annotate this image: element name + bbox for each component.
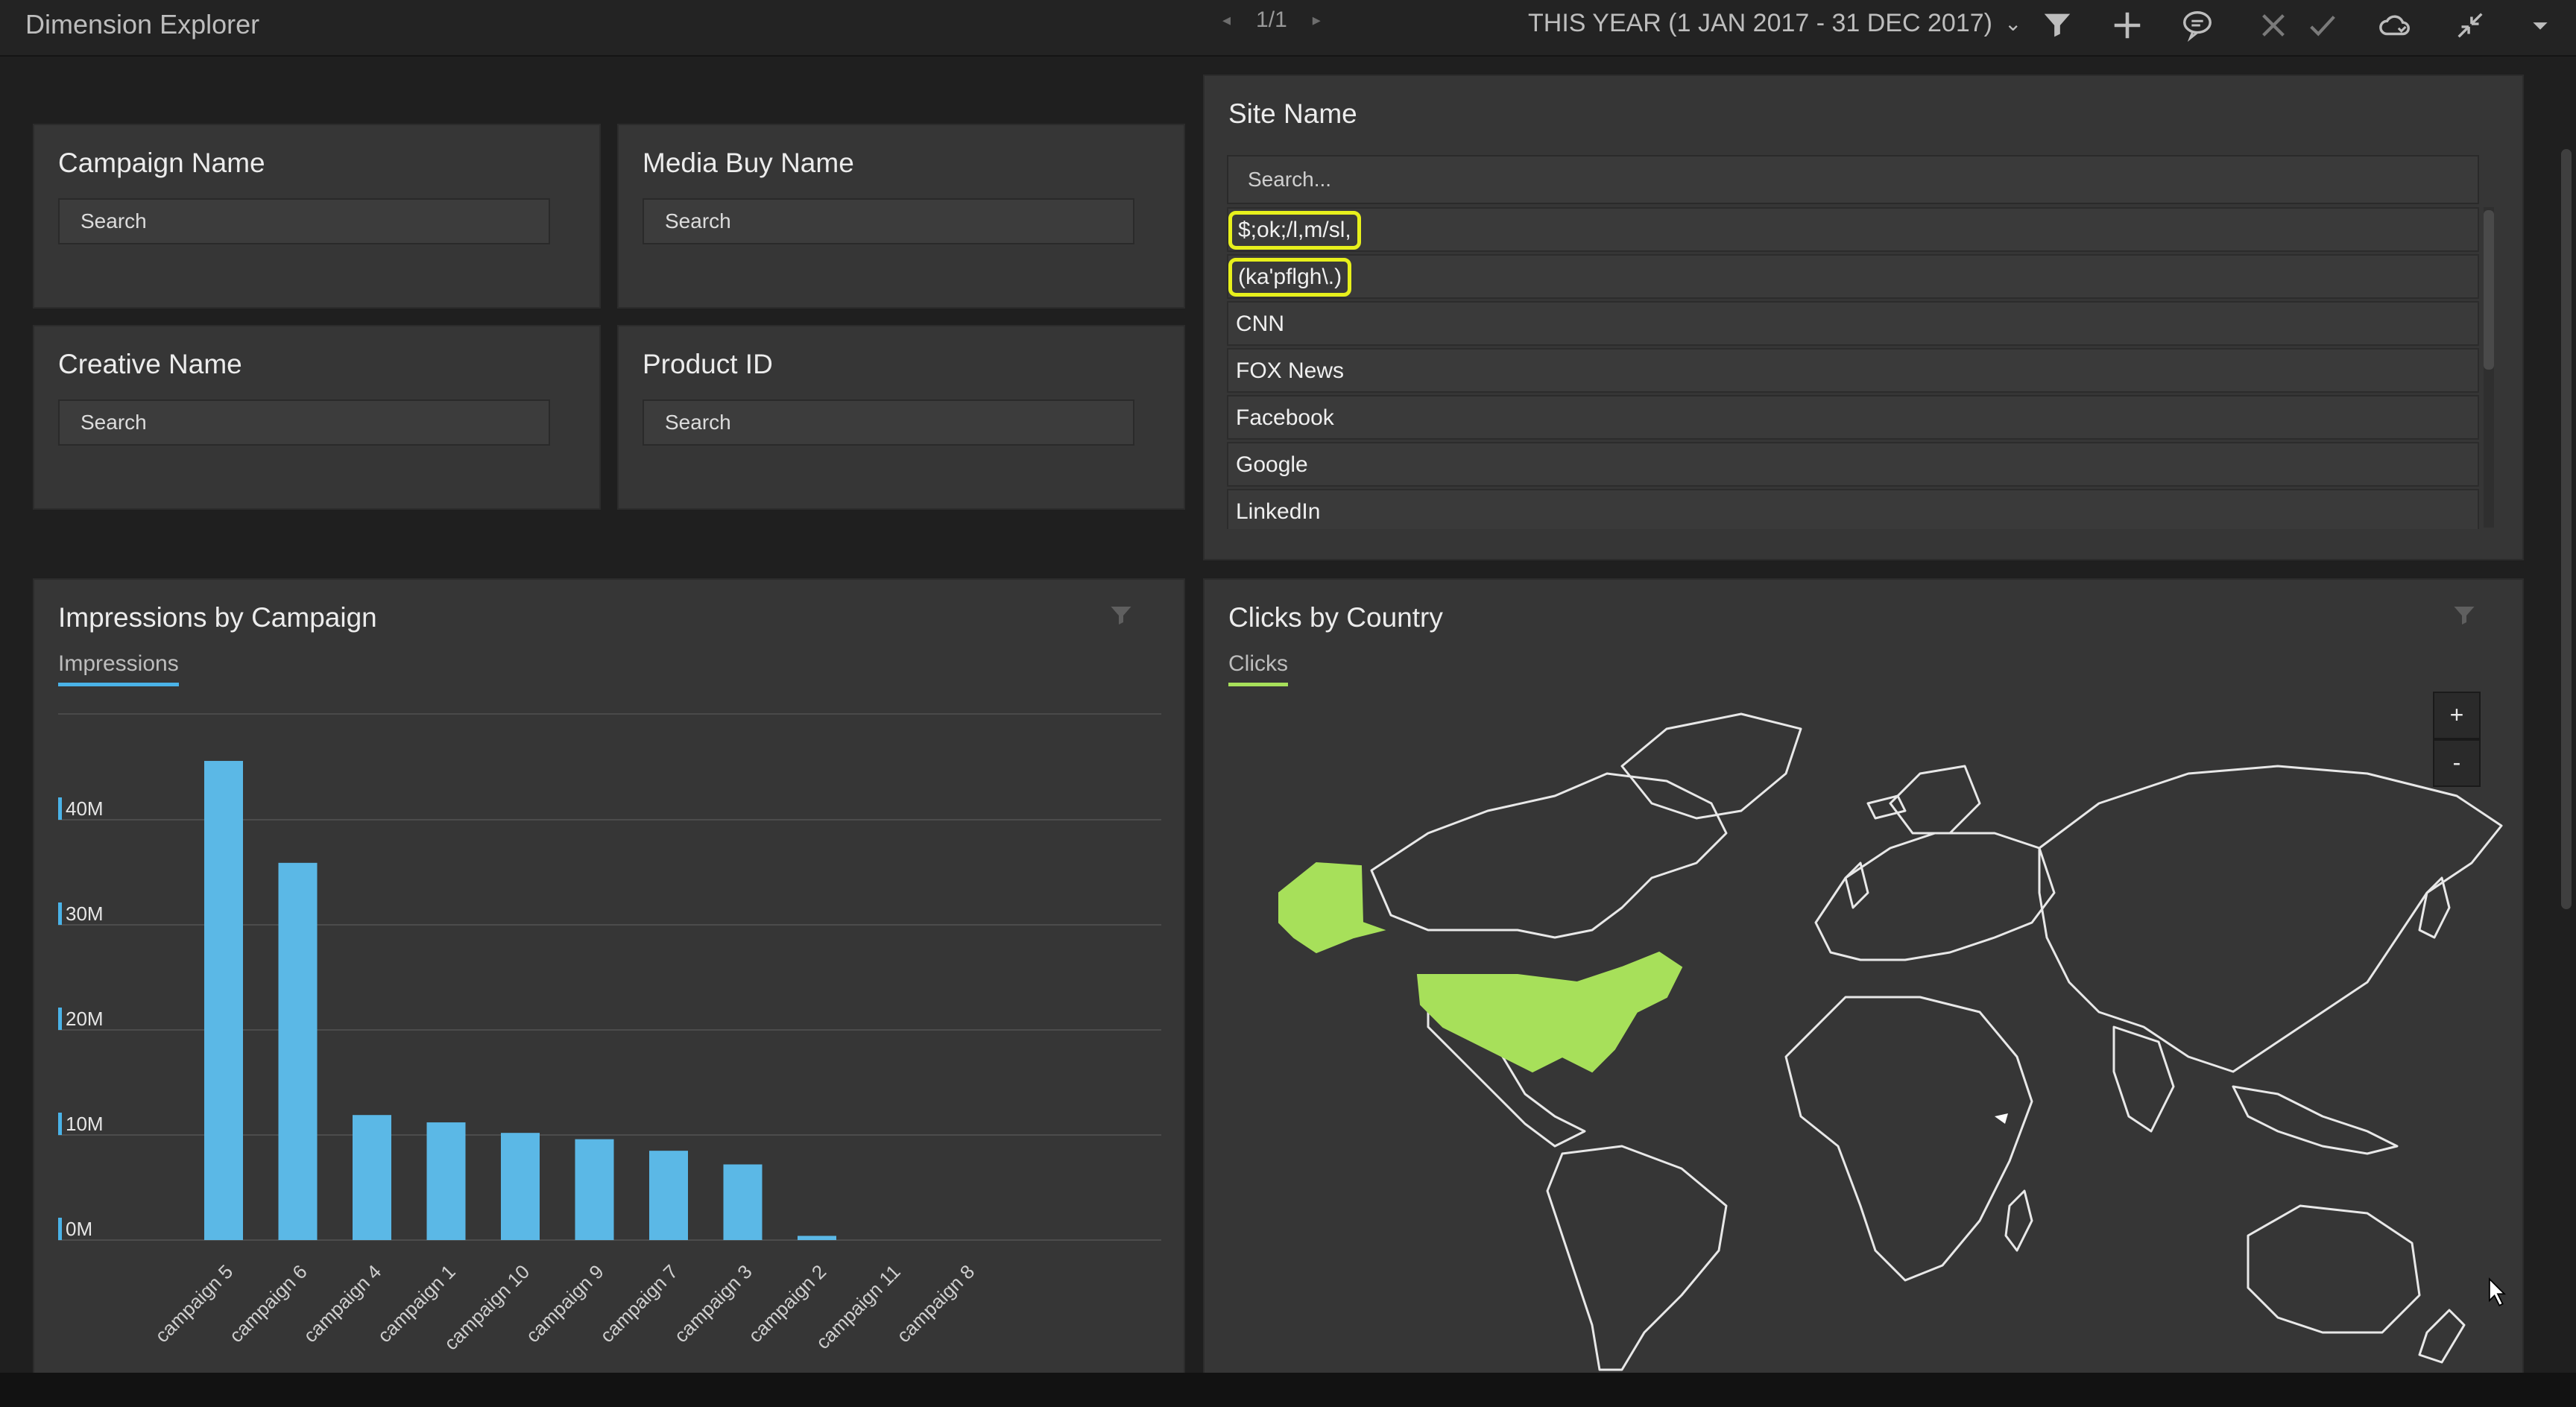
list-item[interactable]: CNN	[1227, 301, 2479, 346]
map-region-south-america	[1546, 1145, 1728, 1371]
page-scrollbar[interactable]	[2561, 149, 2572, 909]
x-tick-label: campaign 4	[299, 1260, 385, 1347]
media-buy-name-filter: Media Buy Name	[617, 124, 1185, 309]
x-tick-label: campaign 6	[224, 1260, 311, 1347]
page-indicator: 1/1	[1256, 7, 1287, 32]
world-map[interactable]	[1205, 580, 2525, 1377]
product-search-input[interactable]	[643, 399, 1134, 446]
map-country-japan	[2418, 876, 2451, 939]
map-country-usa-alaska	[1278, 861, 1386, 954]
list-item[interactable]: LinkedIn	[1227, 489, 2479, 529]
site-list-scrollbar[interactable]	[2484, 207, 2494, 528]
date-range-label: THIS YEAR (1 JAN 2017 - 31 DEC 2017)	[1528, 9, 1992, 37]
list-item[interactable]: $;ok;/l,m/sl,	[1227, 207, 2479, 252]
list-item[interactable]: (ka'pflgh\.)	[1227, 254, 2479, 299]
check-icon[interactable]	[2302, 4, 2343, 46]
list-item[interactable]: Facebook	[1227, 395, 2479, 440]
bar[interactable]	[426, 1122, 466, 1240]
clicks-by-country-panel: Clicks by Country Clicks + -	[1203, 578, 2524, 1376]
panel-title: Creative Name	[58, 349, 242, 379]
cloud-sync-icon[interactable]	[2375, 4, 2416, 46]
site-item-label: Facebook	[1236, 405, 1334, 430]
impressions-bar-chart: 0M10M20M30M40Mcampaign 5campaign 6campai…	[58, 713, 1161, 1355]
product-id-filter: Product ID	[617, 325, 1185, 510]
site-item-label: Google	[1236, 452, 1308, 477]
tick-marker	[58, 902, 62, 925]
x-tick-label: campaign 8	[892, 1260, 979, 1347]
panel-title: Campaign Name	[58, 148, 265, 178]
impressions-by-campaign-panel: Impressions by Campaign Impressions 0M 10…	[33, 578, 1185, 1376]
panel-title: Site Name	[1228, 98, 1357, 129]
map-region-scandinavia	[1889, 765, 1981, 835]
mouse-cursor-icon	[2489, 1277, 2507, 1306]
tick-marker	[58, 1008, 62, 1030]
x-tick-label: campaign 9	[521, 1260, 607, 1347]
close-icon[interactable]	[2253, 4, 2294, 46]
y-tick-label: 0M	[66, 1218, 92, 1240]
y-tick-label: 10M	[66, 1113, 104, 1135]
map-country-australia	[2247, 1204, 2421, 1334]
map-region-asia	[2038, 765, 2503, 1073]
tick-marker	[58, 1218, 62, 1240]
map-region-southeast-asia	[2232, 1085, 2399, 1155]
site-item-label: LinkedIn	[1236, 499, 1321, 524]
collapse-icon[interactable]	[2449, 4, 2491, 46]
map-region-europe	[1814, 832, 2056, 961]
panel-title: Media Buy Name	[643, 148, 854, 178]
top-bar: Dimension Explorer ◂ 1/1 ▸ THIS YEAR (1 …	[0, 0, 2576, 57]
map-country-new-zealand	[2418, 1309, 2466, 1364]
site-item-label: FOX News	[1236, 358, 1345, 383]
bar[interactable]	[278, 862, 318, 1240]
bottom-bar	[0, 1373, 2576, 1407]
next-page-icon[interactable]: ▸	[1313, 10, 1321, 30]
x-tick-label: campaign 7	[596, 1260, 682, 1347]
campaign-search-input[interactable]	[58, 198, 550, 244]
map-country-usa	[1416, 951, 1683, 1073]
pager: ◂ 1/1 ▸	[1222, 7, 1321, 33]
media-buy-search-input[interactable]	[643, 198, 1134, 244]
filter-icon[interactable]	[2036, 4, 2078, 46]
scrollbar-thumb[interactable]	[2484, 210, 2494, 370]
map-highlight-marker	[1995, 1113, 2008, 1124]
creative-search-input[interactable]	[58, 399, 550, 446]
date-range-selector[interactable]: THIS YEAR (1 JAN 2017 - 31 DEC 2017) ⌄	[1528, 9, 2021, 38]
site-name-filter: Site Name $;ok;/l,m/sl, (ka'pflgh\.) CNN…	[1203, 75, 2524, 560]
x-tick-label: campaign 3	[669, 1260, 756, 1347]
y-tick-label: 30M	[66, 902, 104, 925]
prev-page-icon[interactable]: ◂	[1222, 10, 1231, 30]
bar[interactable]	[723, 1164, 763, 1240]
y-tick-label: 20M	[66, 1008, 104, 1030]
map-country-canada	[1370, 772, 1728, 939]
site-list: $;ok;/l,m/sl, (ka'pflgh\.) CNN FOX News …	[1227, 207, 2479, 529]
bar[interactable]	[649, 1151, 688, 1240]
tick-marker	[58, 1113, 62, 1135]
site-item-label: (ka'pflgh\.)	[1228, 258, 1352, 297]
site-item-label: CNN	[1236, 312, 1284, 336]
bar[interactable]	[501, 1133, 540, 1240]
x-tick-label: campaign 5	[151, 1260, 237, 1347]
campaign-name-filter: Campaign Name	[33, 124, 601, 309]
bar[interactable]	[798, 1236, 836, 1240]
comment-icon[interactable]	[2176, 4, 2218, 46]
map-country-madagascar	[2004, 1189, 2033, 1252]
tick-marker	[58, 797, 62, 820]
y-tick-label: 40M	[66, 797, 104, 820]
panel-title: Product ID	[643, 349, 773, 379]
list-item[interactable]: FOX News	[1227, 348, 2479, 393]
creative-name-filter: Creative Name	[33, 325, 601, 510]
list-item[interactable]: Google	[1227, 442, 2479, 487]
site-item-label: $;ok;/l,m/sl,	[1228, 211, 1361, 250]
chevron-down-icon: ⌄	[2004, 12, 2022, 35]
bar[interactable]	[353, 1115, 391, 1240]
plus-icon[interactable]	[2106, 4, 2148, 46]
bar[interactable]	[204, 761, 243, 1240]
app-title: Dimension Explorer	[25, 9, 260, 39]
dropdown-icon[interactable]	[2519, 4, 2561, 46]
map-region-africa	[1784, 996, 2033, 1282]
map-region-india	[2112, 1025, 2175, 1133]
site-search-input[interactable]	[1227, 155, 2479, 204]
bar[interactable]	[575, 1139, 614, 1240]
